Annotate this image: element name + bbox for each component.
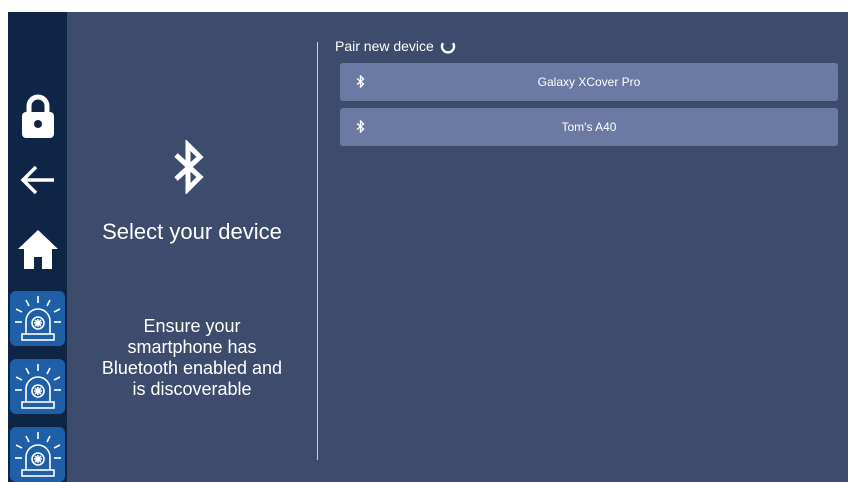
alarm-button-2[interactable] bbox=[10, 359, 65, 414]
lock-button[interactable] bbox=[8, 86, 67, 146]
pair-new-device-header: Pair new device bbox=[335, 38, 456, 54]
sidebar bbox=[8, 12, 67, 482]
alarm-siren-icon bbox=[14, 295, 61, 341]
alarm-button-3[interactable] bbox=[10, 427, 65, 482]
select-device-title: Select your device bbox=[102, 219, 282, 244]
lock-icon bbox=[21, 94, 54, 138]
screen: Select your device Ensure your smartphon… bbox=[8, 12, 848, 482]
home-icon bbox=[17, 230, 58, 269]
divider bbox=[317, 42, 318, 460]
back-arrow-icon bbox=[20, 165, 54, 195]
alarm-siren-icon bbox=[14, 431, 61, 477]
info-panel: Select your device Ensure your smartphon… bbox=[67, 12, 317, 482]
instructions-line: is discoverable bbox=[132, 379, 252, 399]
instructions-line: Ensure your bbox=[143, 316, 241, 336]
device-name: Galaxy XCover Pro bbox=[537, 75, 641, 89]
device-row-galaxy-xcover-pro[interactable]: Galaxy XCover Pro bbox=[340, 63, 838, 101]
alarm-button-1[interactable] bbox=[10, 291, 65, 346]
loading-spinner-icon bbox=[440, 42, 456, 54]
instructions-text: Ensure your smartphone has Bluetooth ena… bbox=[67, 316, 317, 400]
device-name: Tom's A40 bbox=[561, 120, 617, 134]
pair-new-device-label: Pair new device bbox=[335, 38, 434, 54]
bluetooth-icon bbox=[174, 140, 204, 194]
alarm-siren-icon bbox=[14, 363, 61, 409]
home-button[interactable] bbox=[8, 224, 67, 274]
back-button[interactable] bbox=[8, 157, 67, 203]
instructions-line: Bluetooth enabled and bbox=[101, 358, 283, 378]
device-row-toms-a40[interactable]: Tom's A40 bbox=[340, 108, 838, 146]
instructions-line: smartphone has bbox=[127, 337, 257, 357]
